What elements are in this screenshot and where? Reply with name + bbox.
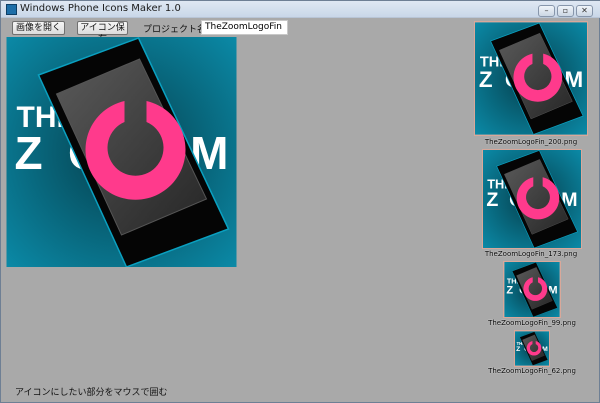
minimize-button[interactable]: – <box>538 5 555 17</box>
project-name-label: プロジェクト名 <box>143 25 207 35</box>
maximize-button[interactable]: ▫ <box>557 5 574 17</box>
save-icons-button[interactable]: アイコン保存 <box>77 21 128 45</box>
icon-preview-99 <box>503 261 561 318</box>
app-icon <box>6 4 17 15</box>
icon-label-62: TheZoomLogoFin_62.png <box>488 367 576 375</box>
window-title: Windows Phone Icons Maker 1.0 <box>20 3 181 14</box>
source-image <box>6 37 237 267</box>
project-name-input[interactable]: TheZoomLogoFin <box>201 20 288 35</box>
icon-label-99: TheZoomLogoFin_99.png <box>488 319 576 327</box>
status-hint: アイコンにしたい部分をマウスで囲む <box>15 388 168 398</box>
app-window: Windows Phone Icons Maker 1.0 – ▫ ✕ 画像を開… <box>0 0 600 403</box>
source-image-canvas[interactable] <box>6 37 237 267</box>
icon-label-173: TheZoomLogoFin_173.png <box>484 250 578 258</box>
icon-preview-62 <box>514 330 550 367</box>
icon-preview-200 <box>474 21 588 136</box>
icon-label-200: TheZoomLogoFin_200.png <box>484 138 578 146</box>
close-button[interactable]: ✕ <box>576 5 593 17</box>
open-image-button[interactable]: 画像を開く <box>12 21 65 35</box>
title-bar: Windows Phone Icons Maker 1.0 – ▫ ✕ <box>1 1 600 18</box>
icon-preview-173 <box>482 149 582 249</box>
